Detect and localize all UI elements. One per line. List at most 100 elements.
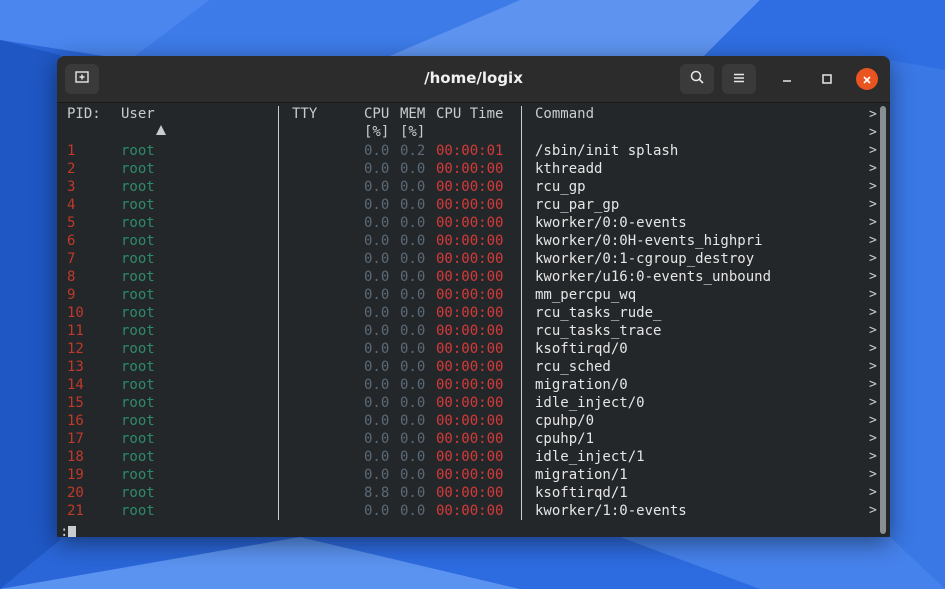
cell-pid: 1 [67,143,76,159]
cell-user: root [121,305,155,321]
table-row[interactable]: 6 root 0.0 0.0 00:00:00 kworker/0:0H-events_h… [57,232,867,250]
truncation-marker: > [869,179,877,194]
cell-cpu: 0.0 [364,323,390,339]
cell-mem: 0.0 [400,485,426,501]
close-icon [862,70,872,89]
cell-user: root [121,143,155,159]
cell-mem: 0.0 [400,467,426,483]
column-header-tty[interactable]: TTY [292,106,317,122]
table-row[interactable]: 14 root 0.0 0.0 00:00:00 migration/0 [57,376,867,394]
cell-user: root [121,197,155,213]
cell-time: 00:00:00 [436,503,504,519]
cell-pid: 5 [67,215,76,231]
column-header-cpu[interactable]: CPU [364,106,389,122]
column-header-user[interactable]: User [121,106,155,122]
cell-time: 00:00:00 [436,161,504,177]
cell-user: root [121,503,155,519]
cell-command: ksoftirqd/1 [535,485,628,501]
cell-mem: 0.0 [400,431,426,447]
search-button[interactable] [680,64,714,94]
truncation-marker: > [869,215,877,230]
cell-mem: 0.0 [400,413,426,429]
column-header-mem[interactable]: MEM [400,106,425,122]
cell-cpu: 0.0 [364,233,390,249]
column-header-command[interactable]: Command [535,106,594,122]
table-row[interactable]: 17 root 0.0 0.0 00:00:00 cpuhp/1 [57,430,867,448]
table-row[interactable]: 12 root 0.0 0.0 00:00:00 ksoftirqd/0 [57,340,867,358]
hamburger-menu-icon [732,70,746,89]
table-row[interactable]: 13 root 0.0 0.0 00:00:00 rcu_sched [57,358,867,376]
cell-pid: 3 [67,179,76,195]
menu-button[interactable] [722,64,756,94]
table-row[interactable]: 16 root 0.0 0.0 00:00:00 cpuhp/0 [57,412,867,430]
cell-cpu: 0.0 [364,161,390,177]
cell-time: 00:00:00 [436,449,504,465]
truncation-marker: > [869,503,877,518]
text-cursor[interactable] [68,526,76,537]
cell-time: 00:00:00 [436,467,504,483]
cell-pid: 14 [67,377,84,393]
cell-command: kworker/0:0H-events_highpri [535,233,763,249]
truncation-marker: > [869,485,877,500]
minimize-button[interactable] [776,68,798,90]
cell-time: 00:00:00 [436,233,504,249]
maximize-button[interactable] [816,68,838,90]
cell-mem: 0.0 [400,503,426,519]
cell-pid: 19 [67,467,84,483]
table-row[interactable]: 11 root 0.0 0.0 00:00:00 rcu_tasks_trace [57,322,867,340]
table-row[interactable]: 21 root 0.0 0.0 00:00:00 kworker/1:0-events [57,502,867,520]
truncation-marker: > [869,431,877,446]
cell-time: 00:00:00 [436,269,504,285]
cell-pid: 20 [67,485,84,501]
table-row[interactable]: 20 root 8.8 0.0 00:00:00 ksoftirqd/1 [57,484,867,502]
table-row[interactable]: 3 root 0.0 0.0 00:00:00 rcu_gp [57,178,867,196]
column-header-cpu-time[interactable]: CPU Time [436,106,503,122]
cell-time: 00:00:00 [436,323,504,339]
cell-pid: 13 [67,359,84,375]
cell-command: idle_inject/0 [535,395,645,411]
cell-pid: 4 [67,197,76,213]
truncation-marker: > [869,197,877,212]
column-header-pid[interactable]: PID: [67,106,101,122]
cell-time: 00:00:00 [436,431,504,447]
cell-command: kthreadd [535,161,603,177]
cell-user: root [121,377,155,393]
table-row[interactable]: 2 root 0.0 0.0 00:00:00 kthreadd [57,160,867,178]
cell-time: 00:00:00 [436,305,504,321]
cell-time: 00:00:00 [436,197,504,213]
close-button[interactable] [856,68,878,90]
cell-user: root [121,179,155,195]
cell-mem: 0.2 [400,143,426,159]
cell-mem: 0.0 [400,179,426,195]
table-row[interactable]: 1 root 0.0 0.2 00:00:01/sbin/init splash [57,142,867,160]
cell-pid: 17 [67,431,84,447]
truncation-marker: > [869,143,877,158]
table-row[interactable]: 18 root 0.0 0.0 00:00:00 idle_inject/1 [57,448,867,466]
cell-cpu: 0.0 [364,251,390,267]
table-row[interactable]: 15 root 0.0 0.0 00:00:00 idle_inject/0 [57,394,867,412]
cell-cpu: 0.0 [364,395,390,411]
title-bar[interactable]: /home/logix [57,56,890,103]
cell-user: root [121,431,155,447]
cell-user: root [121,449,155,465]
cell-cpu: 0.0 [364,215,390,231]
cell-command: migration/0 [535,377,628,393]
truncation-marker: > [869,449,877,464]
terminal-content[interactable]: PID: User TTY CPU [%] MEM [%] CPU Time C… [57,103,890,537]
scrollbar[interactable] [880,106,886,534]
table-row[interactable]: 5 root 0.0 0.0 00:00:00 kworker/0:0-events [57,214,867,232]
cell-mem: 0.0 [400,215,426,231]
table-row[interactable]: 9 root 0.0 0.0 00:00:00 mm_percpu_wq [57,286,867,304]
table-row[interactable]: 8 root 0.0 0.0 00:00:00 kworker/u16:0-events_… [57,268,867,286]
table-row[interactable]: 10 root 0.0 0.0 00:00:00 rcu_tasks_rude_ [57,304,867,322]
table-row[interactable]: 7 root 0.0 0.0 00:00:00 kworker/0:1-cgroup_de… [57,250,867,268]
cell-time: 00:00:00 [436,287,504,303]
table-row[interactable]: 4 root 0.0 0.0 00:00:00 rcu_par_gp [57,196,867,214]
table-row[interactable]: 19 root 0.0 0.0 00:00:00 migration/1 [57,466,867,484]
column-header-cpu-unit: [%] [364,124,390,140]
cell-pid: 15 [67,395,84,411]
truncation-marker: > [869,341,877,356]
cell-cpu: 0.0 [364,287,390,303]
cell-command: rcu_tasks_rude_ [535,305,662,321]
cell-cpu: 0.0 [364,413,390,429]
